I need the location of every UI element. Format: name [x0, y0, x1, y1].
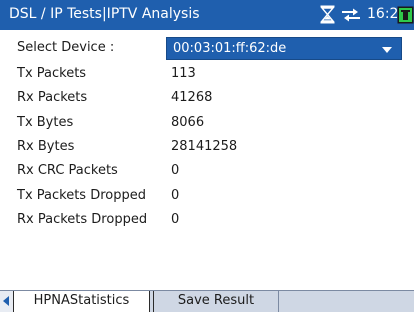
- tab-hpna-statistics[interactable]: HPNAStatistics: [14, 291, 150, 312]
- tab-save-result[interactable]: Save Result: [153, 291, 279, 312]
- stat-value: 0: [171, 188, 180, 203]
- network-activity-icon: [342, 8, 360, 22]
- device-select-value: 00:03:01:ff:62:de: [173, 41, 287, 56]
- stat-label: Rx Packets Dropped: [17, 212, 148, 227]
- tab-scroll-left-button[interactable]: [0, 291, 14, 312]
- stat-value: 0: [171, 163, 180, 178]
- stat-value: 41268: [171, 90, 213, 105]
- stat-value: 28141258: [171, 139, 238, 154]
- window-title: DSL / IP Tests|IPTV Analysis: [9, 6, 200, 22]
- title-bar: DSL / IP Tests|IPTV Analysis 16:27: [0, 0, 414, 30]
- arrow-left-icon: [3, 296, 9, 306]
- stat-value: 8066: [171, 115, 205, 130]
- stat-label: Tx Packets: [17, 66, 87, 81]
- battery-icon: [397, 6, 414, 24]
- tab-strip: HPNAStatistics Save Result: [0, 290, 414, 312]
- stat-label: Tx Packets Dropped: [17, 188, 146, 203]
- stat-label: Tx Bytes: [17, 115, 74, 130]
- chevron-down-icon: [382, 47, 392, 53]
- stat-label: Rx CRC Packets: [17, 163, 118, 178]
- device-select-dropdown[interactable]: 00:03:01:ff:62:de: [166, 37, 402, 60]
- stat-value: 0: [171, 212, 180, 227]
- stat-label: Rx Packets: [17, 90, 88, 105]
- iptv-analysis-screen: DSL / IP Tests|IPTV Analysis 16:27 Selec…: [0, 0, 414, 312]
- hourglass-icon: [320, 5, 335, 24]
- select-device-label: Select Device :: [17, 40, 115, 55]
- stat-value: 113: [171, 66, 196, 81]
- stat-label: Rx Bytes: [17, 139, 75, 154]
